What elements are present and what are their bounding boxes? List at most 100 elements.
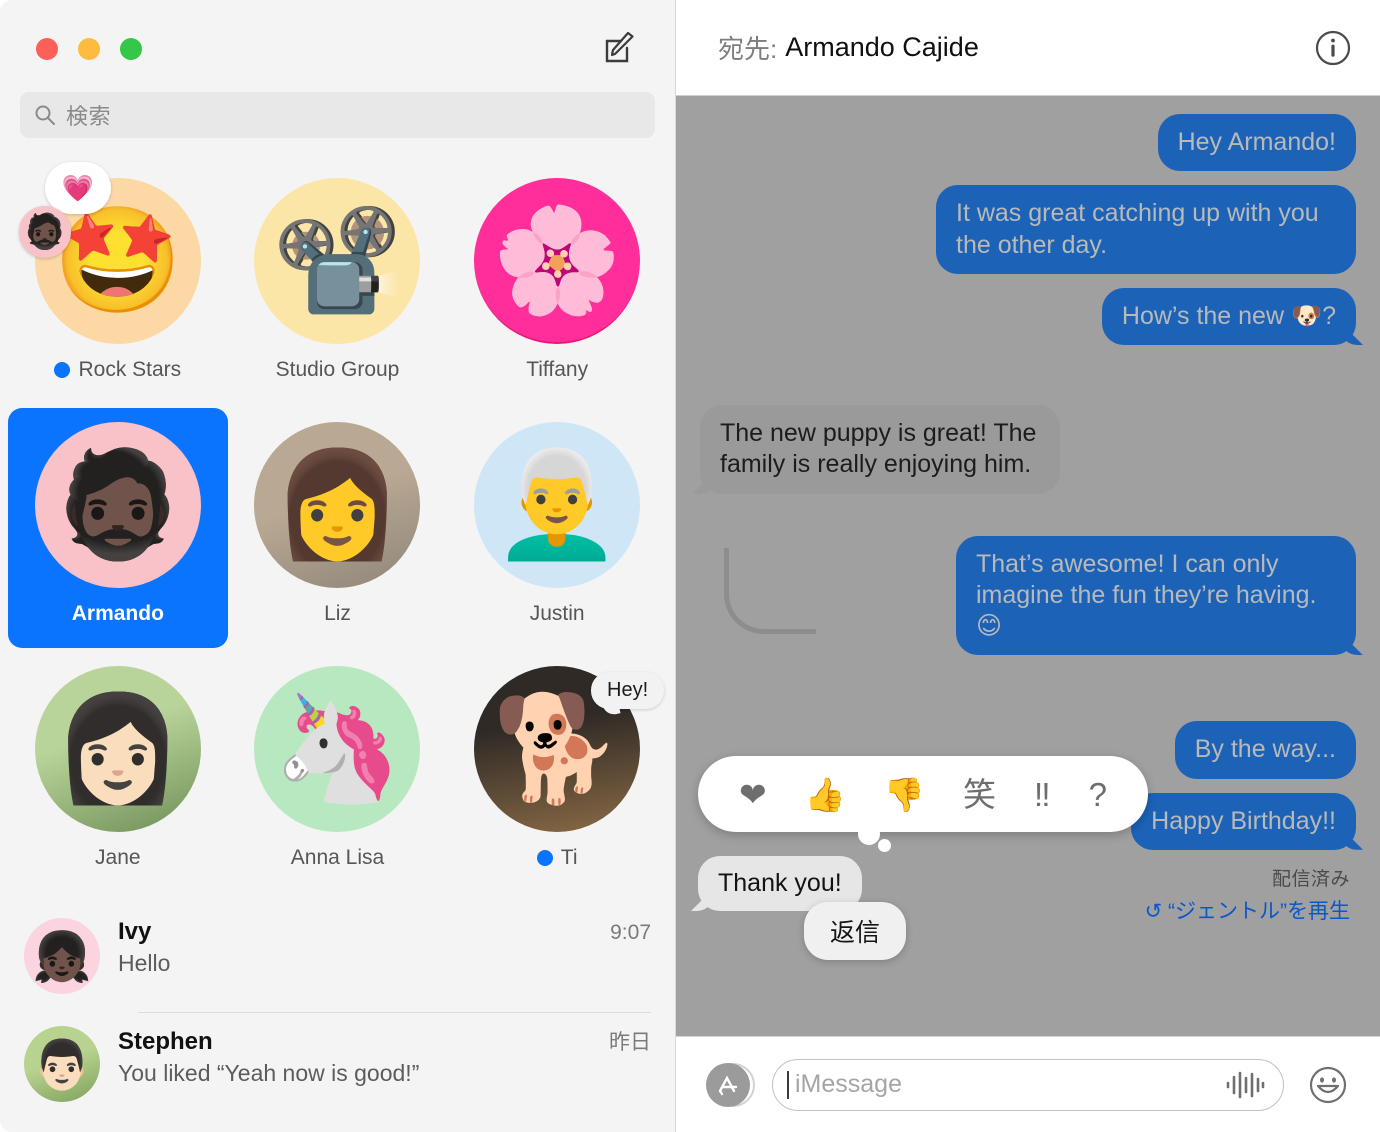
message-preview-bubble: Hey!: [591, 672, 665, 709]
appstore-icon[interactable]: [706, 1062, 755, 1107]
tapback-tail-small: [878, 839, 891, 852]
pinned-item-name: Tiffany: [526, 358, 589, 381]
zoom-button[interactable]: [120, 38, 142, 60]
pinned-item-label-row: Anna Lisa: [291, 846, 384, 870]
recipient-name: Armando Cajide: [785, 32, 979, 62]
tapback-thumbs-down-icon[interactable]: 👎: [884, 778, 925, 811]
traffic-lights: [36, 38, 142, 60]
message-input[interactable]: iMessage: [772, 1058, 1284, 1111]
minimize-button[interactable]: [78, 38, 100, 60]
pinned-item-name: Ti: [560, 846, 578, 869]
message-bubble-incoming[interactable]: The new puppy is great! The family is re…: [700, 405, 1060, 494]
avatar-wrapper: 👨‍🦳: [474, 422, 641, 588]
list-item[interactable]: 👧🏿 Ivy 9:07 Hello: [0, 904, 675, 1012]
thread-spacer: [700, 669, 1356, 721]
message-bubble-outgoing[interactable]: That’s awesome! I can only imagine the f…: [956, 535, 1356, 656]
avatar: 👨🏻: [24, 1026, 100, 1102]
list-item-header: Stephen 昨日: [118, 1026, 651, 1056]
message-bubble-outgoing[interactable]: Hey Armando!: [1157, 114, 1356, 172]
close-button[interactable]: [36, 38, 58, 60]
info-icon[interactable]: [1314, 29, 1352, 67]
thread-spacer: [700, 359, 1356, 405]
message-row: Hey Armando!: [700, 114, 1356, 172]
message-placeholder: iMessage: [795, 1070, 902, 1098]
pinned-item-tiffany[interactable]: 🌸 Tiffany: [447, 164, 667, 404]
message-bubble-outgoing[interactable]: How’s the new 🐶?: [1101, 287, 1356, 345]
tapback-heart-icon[interactable]: ❤: [739, 778, 767, 811]
list-item[interactable]: 👨🏻 Stephen 昨日 You liked “Yeah now is goo…: [0, 1012, 675, 1120]
pinned-item-label-row: Liz: [324, 602, 351, 626]
pinned-item-label-row: Justin: [530, 602, 585, 626]
avatar-wrapper: 📽️: [254, 178, 421, 344]
pinned-item-label-row: Studio Group: [276, 358, 400, 382]
avatar-wrapper: 🐕 Hey!: [474, 666, 665, 832]
avatar: 🌸: [474, 178, 641, 344]
tapback-thumbs-up-icon[interactable]: 👍: [805, 778, 846, 811]
tapback-haha-icon[interactable]: 笑: [963, 778, 996, 811]
pinned-item-jane[interactable]: 👩🏻 Jane: [8, 652, 228, 892]
message-bubble-outgoing[interactable]: It was great catching up with you the ot…: [936, 185, 1356, 274]
pinned-item-justin[interactable]: 👨‍🦳 Justin: [447, 408, 667, 648]
message-row: It was great catching up with you the ot…: [700, 185, 1356, 274]
pinned-item-name: Justin: [529, 602, 585, 625]
reactor-avatar: 🧔🏿: [18, 206, 71, 258]
pinned-item-liz[interactable]: 👩 Liz: [228, 408, 448, 648]
avatar: 👩: [254, 422, 421, 588]
pinned-item-name: Jane: [95, 846, 141, 869]
reply-thread-connector: [724, 548, 816, 634]
avatar-wrapper: 🦄: [254, 666, 421, 832]
list-item-snippet: You liked “Yeah now is good!”: [118, 1060, 420, 1086]
pinned-item-anna-lisa[interactable]: 🦄 Anna Lisa: [228, 652, 448, 892]
list-item-time: 昨日: [609, 1031, 651, 1054]
pinned-item-name: Studio Group: [275, 358, 400, 381]
compose-icon[interactable]: [601, 30, 637, 66]
search-placeholder: 検索: [66, 104, 112, 129]
appstore-disc: [706, 1062, 750, 1107]
avatar-wrapper: 👩: [254, 422, 421, 588]
conversation-header: 宛先: Armando Cajide: [676, 0, 1380, 96]
pinned-item-name: Armando: [71, 602, 164, 625]
tapback-question-icon[interactable]: ?: [1089, 778, 1107, 811]
pinned-item-label-row: Tiffany: [526, 358, 588, 382]
pinned-item-studio-group[interactable]: 📽️ Studio Group: [228, 164, 448, 404]
avatar-wrapper: 👩🏻: [34, 666, 201, 832]
unread-dot: [536, 850, 553, 866]
search-input[interactable]: 検索: [20, 92, 655, 138]
pinned-item-label-row: Jane: [95, 846, 141, 870]
conversation-pane: 宛先: Armando Cajide Hey Armando! It was g…: [676, 0, 1380, 1132]
heart-icon: 💗: [44, 162, 111, 214]
pinned-item-rock-stars[interactable]: 🤩 💗 🧔🏿 Rock Stars: [8, 162, 228, 404]
pinned-item-name: Rock Stars: [78, 358, 182, 381]
message-row: How’s the new 🐶?: [700, 287, 1356, 345]
message-bubble-outgoing[interactable]: Happy Birthday!!: [1131, 792, 1356, 850]
avatar-wrapper: 🤩 💗 🧔🏿: [18, 162, 201, 344]
avatar: 🦄: [254, 666, 421, 832]
smiley-icon[interactable]: [1306, 1063, 1350, 1107]
text-caret: [787, 1070, 789, 1099]
pinned-conversations-grid: 🤩 💗 🧔🏿 Rock Stars 📽️ Studio Group 🌸 Tiff…: [0, 162, 675, 892]
avatar-wrapper: 🌸: [474, 178, 641, 344]
list-item-header: Ivy 9:07: [118, 918, 651, 946]
avatar: 👩🏻: [34, 666, 201, 832]
pinned-item-armando[interactable]: 🧔🏿 Armando: [8, 408, 228, 648]
message-bubble-outgoing[interactable]: By the way...: [1174, 721, 1356, 779]
unread-dot: [54, 362, 71, 378]
tapback-menu: ❤ 👍 👎 笑 ‼ ?: [698, 756, 1148, 832]
avatar: 👨‍🦳: [474, 422, 641, 588]
pinned-item-label-row: Ti: [536, 846, 578, 870]
audio-waveform-icon[interactable]: [1223, 1070, 1267, 1100]
pinned-item-ti[interactable]: 🐕 Hey! Ti: [447, 652, 667, 892]
list-item-name: Ivy: [118, 918, 152, 945]
search-container: 検索: [0, 92, 675, 138]
list-item-body: Ivy 9:07 Hello: [118, 918, 651, 977]
tapback-exclamation-icon[interactable]: ‼: [1034, 778, 1051, 811]
context-menu-item-reply[interactable]: 返信: [804, 902, 907, 960]
list-item-body: Stephen 昨日 You liked “Yeah now is good!”: [118, 1026, 651, 1087]
list-item-time: 9:07: [610, 921, 651, 944]
avatar-wrapper: 🧔🏿: [34, 422, 201, 588]
composer-bar: iMessage: [676, 1036, 1380, 1132]
avatar: 📽️: [254, 178, 421, 344]
message-row: The new puppy is great! The family is re…: [700, 405, 1356, 494]
avatar: 🧔🏿: [34, 422, 201, 588]
list-item-name: Stephen: [118, 1028, 213, 1055]
